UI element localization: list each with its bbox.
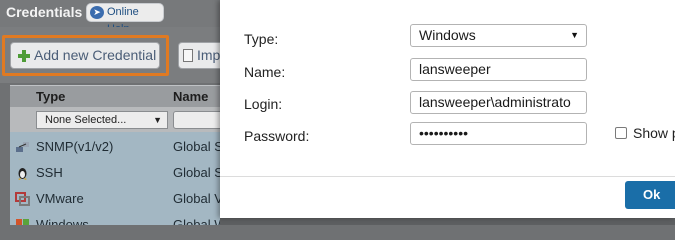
vmware-icon bbox=[15, 192, 30, 206]
login-input[interactable]: lansweeper\administrato bbox=[410, 91, 587, 114]
table-row[interactable]: SNMP(v1/v2) Global S bbox=[10, 134, 220, 160]
grid-filter-row: None Selected... ▼ bbox=[10, 107, 220, 132]
page-title: Credentials bbox=[6, 4, 83, 20]
dropdown-arrow-icon: ▼ bbox=[153, 115, 162, 125]
page-header: Credentials ➤ Online Help bbox=[0, 0, 220, 35]
password-label: Password: bbox=[244, 128, 310, 144]
overlay-backdrop bbox=[220, 218, 675, 225]
type-select-value: Windows bbox=[419, 27, 476, 43]
network-icon bbox=[16, 142, 29, 152]
column-header-type[interactable]: Type bbox=[36, 89, 65, 104]
table-row[interactable]: VMware Global V bbox=[10, 186, 220, 212]
ok-button[interactable]: Ok bbox=[625, 181, 675, 209]
table-row[interactable]: SSH Global S bbox=[10, 160, 220, 186]
row-type-cell: SNMP(v1/v2) bbox=[36, 139, 114, 154]
row-name-cell: Global Windows bbox=[173, 217, 220, 225]
type-label: Type: bbox=[244, 31, 279, 47]
grid-body: SNMP(v1/v2) Global S SSH Global S VMware… bbox=[10, 132, 220, 225]
import-button[interactable]: Imp bbox=[178, 42, 220, 69]
linux-penguin-icon bbox=[18, 168, 27, 180]
row-name-cell: Global V bbox=[173, 191, 220, 206]
show-password-label: Show p bbox=[633, 125, 675, 141]
grid-header: Type Name bbox=[10, 85, 220, 107]
type-filter-select[interactable]: None Selected... ▼ bbox=[36, 111, 168, 129]
credentials-page-background: Credentials ➤ Online Help Add new Creden… bbox=[0, 0, 220, 225]
login-label: Login: bbox=[244, 96, 283, 112]
import-label: Imp bbox=[197, 47, 220, 63]
credential-dialog: Type: Windows ▼ Name: lansweeper Login: … bbox=[220, 0, 675, 218]
name-filter-input[interactable] bbox=[173, 111, 220, 129]
table-row[interactable]: Windows Global Windows bbox=[10, 212, 220, 225]
type-filter-value: None Selected... bbox=[45, 114, 127, 126]
windows-icon bbox=[16, 219, 29, 225]
type-select[interactable]: Windows ▼ bbox=[410, 24, 587, 47]
document-icon bbox=[183, 49, 193, 62]
row-type-cell: Windows bbox=[36, 217, 89, 225]
show-password-checkbox[interactable] bbox=[615, 127, 627, 139]
dialog-divider bbox=[220, 176, 675, 177]
column-header-name[interactable]: Name bbox=[173, 89, 208, 104]
help-arrow-icon: ➤ bbox=[90, 6, 104, 19]
row-name-cell: Global S bbox=[173, 139, 220, 154]
dropdown-arrow-icon: ▼ bbox=[570, 30, 579, 40]
online-help-button[interactable]: ➤ Online Help bbox=[86, 3, 164, 35]
row-type-cell: SSH bbox=[36, 165, 63, 180]
password-input[interactable]: •••••••••• bbox=[410, 122, 587, 145]
row-name-cell: Global S bbox=[173, 165, 220, 180]
row-type-cell: VMware bbox=[36, 191, 84, 206]
name-label: Name: bbox=[244, 64, 286, 80]
highlight-annotation bbox=[2, 35, 169, 76]
name-input[interactable]: lansweeper bbox=[410, 58, 587, 81]
